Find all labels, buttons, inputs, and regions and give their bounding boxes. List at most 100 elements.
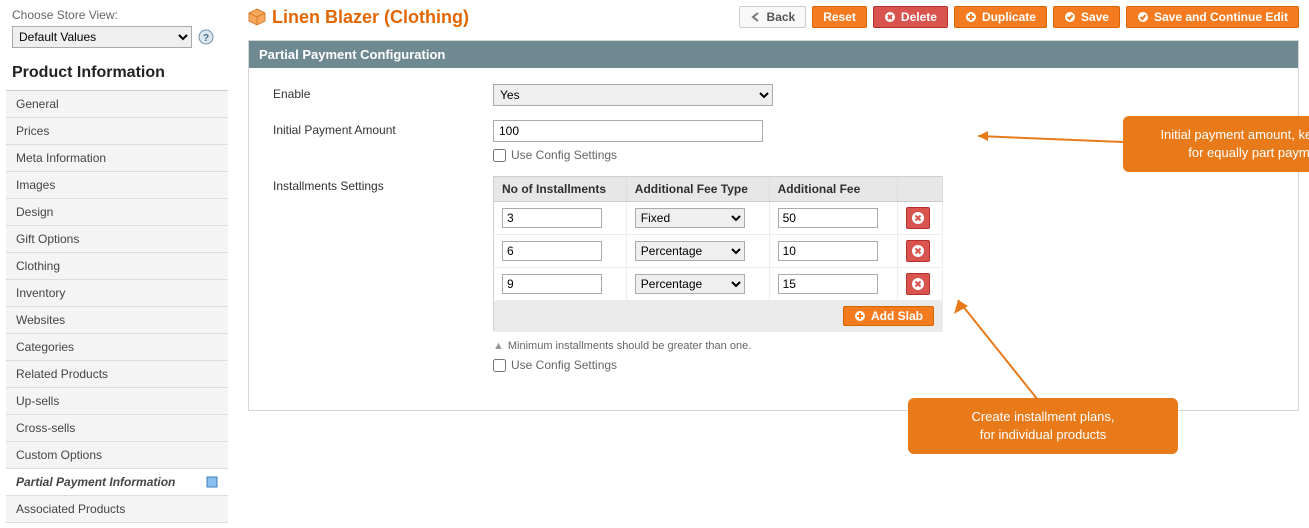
callout-text: for equally part payment [1141, 144, 1309, 162]
sidebar-item-label: Gift Options [16, 232, 79, 246]
changed-icon [206, 476, 218, 488]
triangle-icon: ▲ [493, 340, 504, 352]
installments-input[interactable] [502, 241, 602, 261]
fee-input[interactable] [778, 241, 878, 261]
button-label: Back [767, 10, 796, 24]
sidebar-item-label: Meta Information [16, 151, 106, 165]
sidebar-item-label: Categories [16, 340, 74, 354]
installments-label: Installments Settings [273, 176, 493, 193]
sidebar-item-label: Custom Options [16, 448, 102, 462]
sidebar-item-general[interactable]: General [6, 91, 228, 118]
product-tabs: General Prices Meta Information Images D… [6, 91, 228, 523]
sidebar-item-prices[interactable]: Prices [6, 118, 228, 145]
hint-label: Minimum installments should be greater t… [508, 340, 751, 352]
sidebar-item-upsells[interactable]: Up-sells [6, 388, 228, 415]
sidebar-item-label: Associated Products [16, 502, 125, 516]
duplicate-button[interactable]: Duplicate [954, 6, 1047, 28]
save-button[interactable]: Save [1053, 6, 1120, 28]
sidebar-item-websites[interactable]: Websites [6, 307, 228, 334]
product-info-heading: Product Information [6, 58, 228, 91]
store-view-label: Choose Store View: [6, 0, 228, 26]
slab-table: No of Installments Additional Fee Type A… [493, 176, 943, 332]
initial-use-config-checkbox[interactable] [493, 149, 506, 162]
sidebar-item-crosssells[interactable]: Cross-sells [6, 415, 228, 442]
sidebar-item-images[interactable]: Images [6, 172, 228, 199]
reset-button[interactable]: Reset [812, 6, 867, 28]
sidebar-item-label: Up-sells [16, 394, 59, 408]
sidebar-item-label: Partial Payment Information [16, 475, 175, 489]
sidebar-item-categories[interactable]: Categories [6, 334, 228, 361]
initial-input[interactable] [493, 120, 763, 142]
enable-select[interactable]: Yes [493, 84, 773, 106]
page-title: Linen Blazer (Clothing) [272, 7, 469, 28]
enable-label: Enable [273, 84, 493, 101]
callout-text: Create installment plans, [926, 408, 1160, 426]
button-label: Reset [823, 10, 856, 24]
back-icon [750, 11, 762, 23]
sidebar-item-gift[interactable]: Gift Options [6, 226, 228, 253]
check-icon [1137, 11, 1149, 23]
sidebar-item-label: Design [16, 205, 53, 219]
sidebar-item-label: Websites [16, 313, 65, 327]
col-fee-type: Additional Fee Type [626, 177, 769, 202]
back-button[interactable]: Back [739, 6, 807, 28]
plus-icon [854, 310, 866, 322]
slab-row: Percentage [494, 235, 943, 268]
installments-input[interactable] [502, 274, 602, 294]
col-fee: Additional Fee [769, 177, 897, 202]
sidebar-item-label: Inventory [16, 286, 65, 300]
toolbar: Back Reset Delete Duplicate Save Sav [739, 6, 1299, 28]
initial-label: Initial Payment Amount [273, 120, 493, 137]
sidebar-item-label: Prices [16, 124, 49, 138]
delete-icon [884, 11, 896, 23]
fee-input[interactable] [778, 208, 878, 228]
sidebar-item-inventory[interactable]: Inventory [6, 280, 228, 307]
sidebar-item-clothing[interactable]: Clothing [6, 253, 228, 280]
sidebar-item-custom-options[interactable]: Custom Options [6, 442, 228, 469]
callout-text: for individual products [926, 426, 1160, 444]
delete-row-button[interactable] [906, 240, 930, 262]
use-config-label: Use Config Settings [511, 358, 617, 372]
fee-type-select[interactable]: Fixed [635, 208, 745, 228]
check-icon [1064, 11, 1076, 23]
callout-initial: Initial payment amount, keep zero for eq… [1123, 116, 1309, 172]
sidebar-item-partial-payment[interactable]: Partial Payment Information [6, 469, 228, 496]
main-content: Linen Blazer (Clothing) Back Reset Delet… [228, 0, 1309, 523]
use-config-label: Use Config Settings [511, 148, 617, 162]
delete-button[interactable]: Delete [873, 6, 948, 28]
sidebar-item-label: Cross-sells [16, 421, 75, 435]
fee-input[interactable] [778, 274, 878, 294]
col-installments: No of Installments [494, 177, 627, 202]
callout-plans: Create installment plans, for individual… [908, 398, 1178, 454]
config-panel: Partial Payment Configuration Enable Yes… [248, 40, 1299, 411]
button-label: Delete [901, 10, 937, 24]
hint-text: ▲ Minimum installments should be greater… [493, 340, 1274, 352]
sidebar-item-meta[interactable]: Meta Information [6, 145, 228, 172]
save-continue-button[interactable]: Save and Continue Edit [1126, 6, 1299, 28]
fee-type-select[interactable]: Percentage [635, 241, 745, 261]
svg-text:?: ? [203, 33, 209, 44]
sidebar-item-label: General [16, 97, 59, 111]
installments-use-config-checkbox[interactable] [493, 359, 506, 372]
sidebar-item-associated[interactable]: Associated Products [6, 496, 228, 523]
help-icon[interactable]: ? [198, 29, 214, 45]
sidebar-item-related[interactable]: Related Products [6, 361, 228, 388]
slab-row: Percentage [494, 268, 943, 301]
store-view-select[interactable]: Default Values [12, 26, 192, 48]
add-slab-button[interactable]: Add Slab [843, 306, 934, 326]
slab-row: Fixed [494, 202, 943, 235]
sidebar-item-design[interactable]: Design [6, 199, 228, 226]
callout-text: Initial payment amount, keep zero [1141, 126, 1309, 144]
button-label: Save [1081, 10, 1109, 24]
panel-title: Partial Payment Configuration [249, 41, 1298, 68]
product-icon [248, 8, 266, 26]
fee-type-select[interactable]: Percentage [635, 274, 745, 294]
installments-input[interactable] [502, 208, 602, 228]
sidebar-item-label: Clothing [16, 259, 60, 273]
delete-row-button[interactable] [906, 273, 930, 295]
button-label: Add Slab [871, 309, 923, 323]
delete-row-button[interactable] [906, 207, 930, 229]
button-label: Duplicate [982, 10, 1036, 24]
plus-icon [965, 11, 977, 23]
sidebar-item-label: Related Products [16, 367, 108, 381]
